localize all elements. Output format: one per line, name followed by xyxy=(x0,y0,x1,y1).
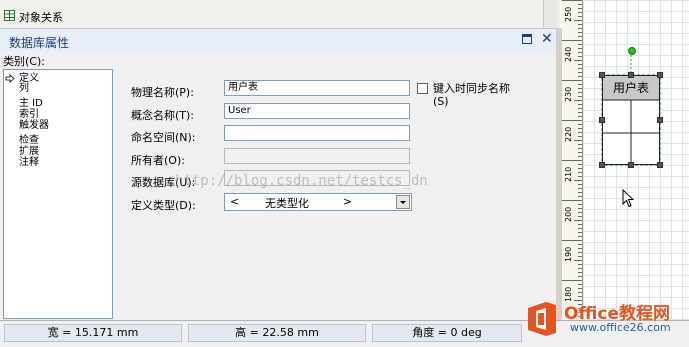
category-item-checks[interactable]: 检查 xyxy=(19,136,39,146)
panel-title: 对象关系 xyxy=(19,11,63,24)
namespace-input[interactable] xyxy=(224,125,410,141)
sync-name-checkbox[interactable] xyxy=(417,83,428,94)
office-logo: Office教程网 www.office26.com xyxy=(520,296,688,340)
resize-handle[interactable] xyxy=(657,117,663,123)
resize-handle[interactable] xyxy=(599,72,605,78)
watermark-text: http://blog.csdn.net/testcs_dn xyxy=(175,173,428,189)
chevron-down-icon xyxy=(400,201,406,204)
dropdown-button[interactable] xyxy=(396,195,410,209)
definition-type-label: 定义类型(D): xyxy=(131,199,196,212)
top-panel-scrollbar[interactable] xyxy=(543,0,558,28)
definition-type-value: 无类型化 xyxy=(265,197,309,210)
physical-name-input[interactable]: 用户表 xyxy=(224,80,410,96)
category-item-extended[interactable]: 扩展 xyxy=(19,147,39,157)
namespace-label: 命名空间(N): xyxy=(131,131,196,144)
table-icon xyxy=(4,10,15,21)
entity-title: 用户表 xyxy=(603,76,659,100)
close-icon[interactable]: ✕ xyxy=(541,31,553,47)
office-logo-icon xyxy=(528,302,556,336)
arrow-right-icon xyxy=(5,74,15,83)
restore-icon[interactable] xyxy=(522,34,532,44)
ruler-label: 250 xyxy=(564,6,573,22)
category-item-primary-id[interactable]: 主 ID xyxy=(19,99,43,109)
rotation-handle[interactable] xyxy=(628,47,636,55)
definition-type-select[interactable]: < 无类型化 > xyxy=(224,193,412,211)
category-item-notes[interactable]: 注释 xyxy=(19,158,39,168)
category-item-columns[interactable]: 列 xyxy=(19,84,29,94)
resize-handle[interactable] xyxy=(657,72,663,78)
status-width: 宽 = 15.171 mm xyxy=(4,324,182,342)
resize-handle[interactable] xyxy=(628,162,634,168)
conceptual-name-input[interactable]: User xyxy=(224,103,410,119)
resize-handle[interactable] xyxy=(657,162,663,168)
prev-type-icon[interactable]: < xyxy=(230,195,239,208)
sync-name-label: 键入时同步名称(S) xyxy=(433,82,510,108)
status-height: 高 = 22.58 mm xyxy=(188,324,366,342)
property-window-header: 数据库属性 ✕ xyxy=(0,29,560,53)
status-angle: 角度 = 0 deg xyxy=(372,324,522,342)
physical-name-label: 物理名称(P): xyxy=(131,86,194,99)
ruler-label: 230 xyxy=(564,86,573,102)
object-relation-panel: 对象关系 xyxy=(0,0,560,29)
ruler-label: 240 xyxy=(564,46,573,62)
ruler-label: 200 xyxy=(564,206,573,222)
category-item-indexes[interactable]: 索引 xyxy=(19,110,39,120)
ruler-label: 210 xyxy=(564,166,573,182)
category-item-triggers[interactable]: 触发器 xyxy=(19,121,49,131)
conceptual-name-label: 概念名称(T): xyxy=(131,109,195,122)
logo-url: www.office26.com xyxy=(570,321,671,334)
ruler-label: 190 xyxy=(564,246,573,262)
resize-handle[interactable] xyxy=(599,162,605,168)
ruler-label: 220 xyxy=(564,126,573,142)
window-title: 数据库属性 xyxy=(9,36,70,50)
resize-handle[interactable] xyxy=(599,117,605,123)
vertical-ruler: 250 240 230 220 210 200 190 180 xyxy=(562,0,583,320)
next-type-icon[interactable]: > xyxy=(343,195,352,208)
entity-body-lines xyxy=(602,99,660,165)
owner-label: 所有者(O): xyxy=(131,154,185,167)
resize-handle[interactable] xyxy=(628,72,634,78)
category-label: 类别(C): xyxy=(3,55,45,68)
owner-input xyxy=(224,148,410,164)
mouse-cursor-icon xyxy=(622,189,635,208)
